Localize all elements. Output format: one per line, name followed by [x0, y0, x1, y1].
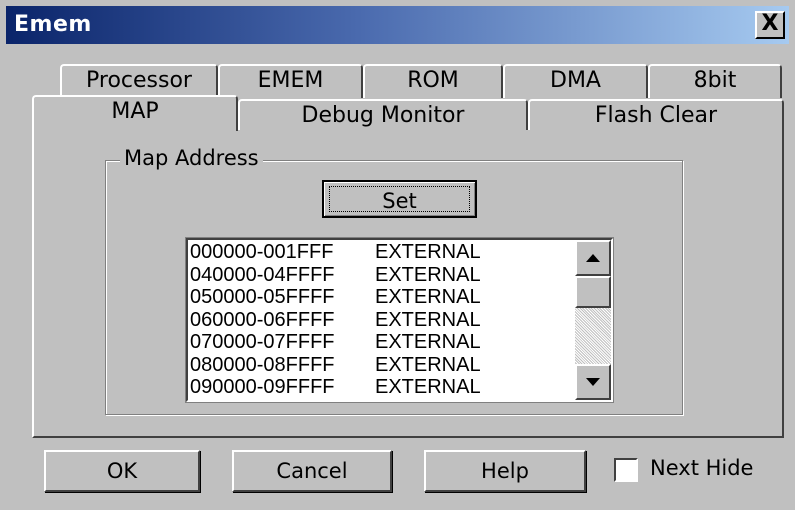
memory-type: EXTERNAL: [375, 263, 481, 286]
tab-dma[interactable]: DMA: [503, 64, 648, 98]
set-button[interactable]: Set: [322, 180, 477, 218]
tab-debug-monitor[interactable]: Debug Monitor: [238, 99, 528, 130]
memory-type: EXTERNAL: [375, 331, 481, 353]
memory-type: EXTERNAL: [375, 286, 481, 308]
tab-emem[interactable]: EMEM: [218, 64, 363, 98]
set-button-label: Set: [329, 186, 470, 213]
next-hide-label: Next Hide: [650, 456, 754, 480]
tab-8bit[interactable]: 8bit: [648, 64, 782, 98]
address-range: 040000-04FFFF: [190, 263, 335, 286]
vertical-scrollbar[interactable]: [575, 240, 611, 400]
ok-button[interactable]: OK: [44, 450, 200, 492]
address-range: 090000-09FFFF: [190, 376, 335, 398]
memory-type: EXTERNAL: [375, 353, 481, 376]
tab-flash-clear[interactable]: Flash Clear: [528, 99, 784, 130]
close-icon[interactable]: X: [755, 11, 785, 39]
list-item[interactable]: 040000-04FFFF EXTERNAL: [190, 264, 570, 287]
help-button[interactable]: Help: [424, 450, 586, 492]
list-item[interactable]: 000000-001FFF EXTERNAL: [190, 241, 570, 264]
address-range: 070000-07FFFF: [190, 331, 335, 353]
tab-rom[interactable]: ROM: [363, 64, 503, 98]
memory-type: EXTERNAL: [375, 241, 481, 263]
map-list-rows: 000000-001FFF EXTERNAL 040000-04FFFF EXTERN…: [190, 241, 570, 399]
scroll-thumb[interactable]: [575, 276, 611, 308]
arrow-up-icon[interactable]: [575, 240, 611, 276]
map-address-label: Map Address: [120, 146, 263, 170]
memory-type: EXTERNAL: [375, 308, 481, 331]
map-address-list[interactable]: 000000-001FFF EXTERNAL 040000-04FFFF EXTERN…: [185, 237, 614, 403]
tab-processor[interactable]: Processor: [60, 64, 218, 98]
window-title: Emem: [14, 12, 92, 37]
list-item[interactable]: 070000-07FFFF EXTERNAL: [190, 331, 570, 354]
address-range: 050000-05FFFF: [190, 286, 335, 308]
title-bar[interactable]: Emem X: [6, 6, 789, 44]
list-item[interactable]: 080000-08FFFF EXTERNAL: [190, 354, 570, 377]
address-range: 080000-08FFFF: [190, 353, 335, 376]
list-item[interactable]: 090000-09FFFF EXTERNAL: [190, 376, 570, 399]
memory-type: EXTERNAL: [375, 376, 481, 398]
tab-map[interactable]: MAP: [32, 95, 238, 131]
list-item[interactable]: 050000-05FFFF EXTERNAL: [190, 286, 570, 309]
address-range: 000000-001FFF: [190, 241, 334, 263]
cancel-button[interactable]: Cancel: [232, 450, 392, 492]
emem-dialog: Emem X Processor EMEM ROM DMA 8bit Debug…: [0, 0, 795, 510]
arrow-down-icon[interactable]: [575, 364, 611, 400]
address-range: 060000-06FFFF: [190, 308, 335, 331]
list-item[interactable]: 060000-06FFFF EXTERNAL: [190, 309, 570, 332]
next-hide-checkbox[interactable]: [614, 458, 638, 482]
